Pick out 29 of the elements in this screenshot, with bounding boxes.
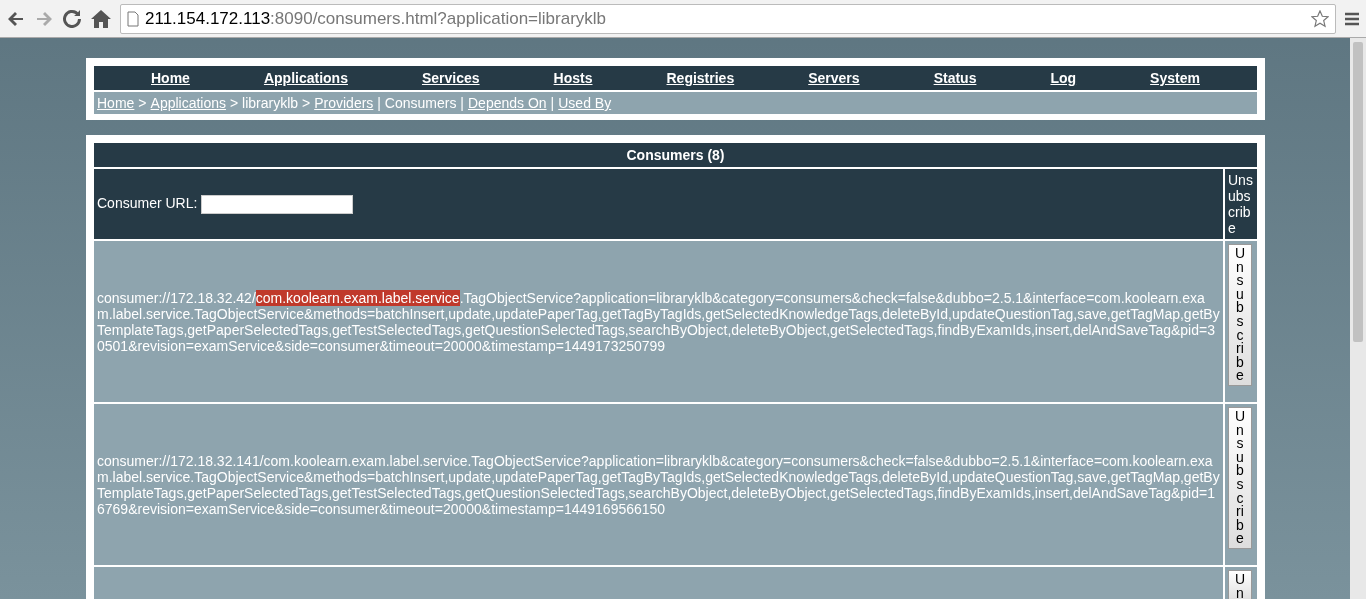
column-header: Unsubscribe	[1223, 169, 1257, 239]
menu-icon[interactable]	[1344, 10, 1360, 27]
nav-link[interactable]: System	[1150, 70, 1200, 86]
nav-link[interactable]: Log	[1050, 70, 1077, 86]
nav-link[interactable]: Servers	[808, 70, 860, 86]
home-icon[interactable]	[90, 8, 112, 29]
nav-link[interactable]: Status	[933, 70, 977, 86]
consumer-url-field[interactable]	[201, 194, 354, 214]
filter-label: Consumer URL:	[97, 194, 198, 211]
nav-link[interactable]: Applications	[263, 70, 348, 86]
breadcrumb-text: > libraryklb >	[230, 95, 311, 111]
address-bar[interactable]: 211.154.172.113:8090/consumers.html?application=libraryklb	[120, 3, 1336, 34]
scrollbar[interactable]	[1350, 38, 1366, 599]
nav-link[interactable]: Home	[151, 70, 190, 86]
consumer-url: consumer://172.18.32.141/com.koolearn.exam.label.service.TagObjectService?application=libraryklb&category=consumers&check=false&dubbo=2.5.1&interface=com.koolearn.exam.label.service.TagObjectService&methods=batchInsert,update,updatePaperTag,getTagByTagIds,getSelectedKnowledgeTags,deleteById,updateQuestionTag,save,getTagMap,getByTemplateTags,getPaperSelectedTags,getTestSelectedTags,getQuestionSelectedTags,searchByObject,deleteByObject,getSelectedTags,findByExamIds,insert,delAndSaveTag&pid=16769&revision=examService&side=consumer&timeout=20000&timestamp=1449169566150	[97, 452, 1220, 517]
nav-link[interactable]: Services	[421, 70, 480, 86]
star-icon[interactable]	[1311, 9, 1329, 28]
table-title: Consumers (8)	[94, 143, 1257, 167]
unsubscribe-button[interactable]: Unsubscribe	[1228, 244, 1252, 386]
nav-link[interactable]: Hosts	[553, 70, 593, 86]
breadcrumb-text: >	[138, 95, 147, 111]
breadcrumb-text: |	[550, 95, 555, 111]
reload-icon[interactable]	[62, 8, 82, 29]
unsubscribe-button[interactable]: Un	[1228, 570, 1252, 599]
scrollbar-thumb[interactable]	[1353, 42, 1363, 342]
page-icon	[127, 10, 139, 27]
unsubscribe-button[interactable]: Unsubscribe	[1228, 407, 1252, 549]
nav-link[interactable]: Registries	[666, 70, 735, 86]
breadcrumb-text: | Consumers |	[377, 95, 464, 111]
